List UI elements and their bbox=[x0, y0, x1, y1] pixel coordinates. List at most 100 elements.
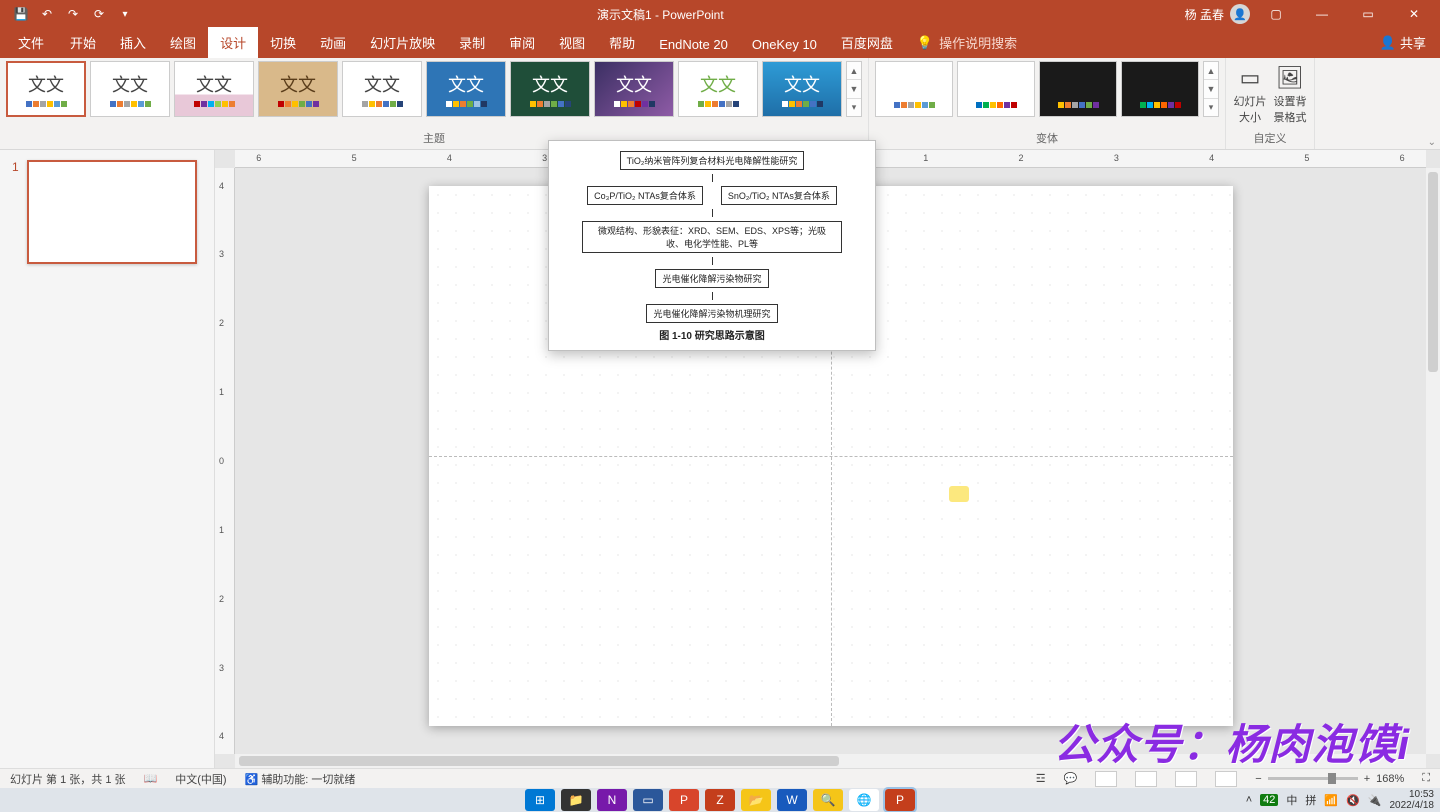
ime-mode[interactable]: 拼 bbox=[1305, 792, 1316, 808]
collapse-ribbon-icon[interactable]: ⌄ bbox=[1428, 137, 1436, 148]
battery-icon[interactable]: 🔌 bbox=[1368, 794, 1382, 807]
theme-thumb-7[interactable]: 文文 bbox=[510, 61, 590, 117]
share-icon: 👤 bbox=[1380, 35, 1396, 51]
slide-thumbnail-1[interactable]: 1 bbox=[12, 160, 202, 264]
tab-file[interactable]: 文件 bbox=[4, 27, 58, 58]
theme-thumb-10[interactable]: 文文 bbox=[762, 61, 842, 117]
slide-thumb-canvas[interactable] bbox=[27, 160, 197, 264]
minimize-icon[interactable]: — bbox=[1302, 0, 1342, 28]
theme-thumb-3[interactable]: 文文 bbox=[174, 61, 254, 117]
sorter-view-button[interactable] bbox=[1135, 771, 1157, 787]
tab-view[interactable]: 视图 bbox=[547, 27, 597, 58]
slide-size-button[interactable]: ▭幻灯片 大小 bbox=[1232, 61, 1268, 125]
tell-me[interactable]: 💡 操作说明搜索 bbox=[905, 27, 1029, 58]
tray-chevron-icon[interactable]: ˄ bbox=[1246, 794, 1252, 806]
tab-slideshow[interactable]: 幻灯片放映 bbox=[358, 27, 447, 58]
scrollbar-thumb[interactable] bbox=[1428, 172, 1438, 372]
taskbar-app[interactable]: 📁 bbox=[561, 789, 591, 811]
share-button[interactable]: 👤 共享 bbox=[1366, 27, 1440, 58]
theme-thumb-2[interactable]: 文文 bbox=[90, 61, 170, 117]
tab-review[interactable]: 审阅 bbox=[497, 27, 547, 58]
accessibility-status[interactable]: ♿ 辅助功能: 一切就绪 bbox=[245, 771, 356, 787]
ruler-tick: 6 bbox=[256, 153, 261, 163]
wps-icon[interactable]: P bbox=[669, 789, 699, 811]
theme-thumb-1[interactable]: 文文 bbox=[6, 61, 86, 117]
zotero-icon[interactable]: Z bbox=[705, 789, 735, 811]
fit-to-window-icon[interactable]: ⛶ bbox=[1422, 772, 1430, 785]
zoom-slider[interactable] bbox=[1268, 777, 1358, 780]
comments-button[interactable]: 💬 bbox=[1064, 772, 1078, 785]
gallery-more-icon[interactable]: ▾ bbox=[847, 99, 861, 116]
themes-gallery-scroll[interactable]: ▲▼▾ bbox=[846, 61, 862, 117]
maximize-icon[interactable]: ▭ bbox=[1348, 0, 1388, 28]
theme-thumb-8[interactable]: 文文 bbox=[594, 61, 674, 117]
language-status[interactable]: 中文(中国) bbox=[175, 771, 226, 787]
tab-home[interactable]: 开始 bbox=[58, 27, 108, 58]
tray-badge[interactable]: 42 bbox=[1260, 794, 1278, 806]
zoom-control[interactable]: − + 168% bbox=[1255, 773, 1404, 785]
zoom-percent[interactable]: 168% bbox=[1376, 773, 1404, 785]
theme-thumb-9[interactable]: 文文 bbox=[678, 61, 758, 117]
undo-icon[interactable]: ↶ bbox=[36, 3, 58, 25]
tab-baidu[interactable]: 百度网盘 bbox=[829, 27, 905, 58]
theme-thumb-5[interactable]: 文文 bbox=[342, 61, 422, 117]
variants-gallery-scroll[interactable]: ▲▼▾ bbox=[1203, 61, 1219, 117]
variant-thumb-4[interactable] bbox=[1121, 61, 1199, 117]
format-background-button[interactable]: 🖼设置背 景格式 bbox=[1272, 61, 1308, 125]
horizontal-scrollbar[interactable] bbox=[235, 754, 1426, 768]
zoom-slider-knob[interactable] bbox=[1328, 773, 1336, 784]
close-icon[interactable]: ✕ bbox=[1394, 0, 1434, 28]
gallery-down-icon[interactable]: ▼ bbox=[847, 80, 861, 98]
ruler-tick: 3 bbox=[542, 153, 547, 163]
cursor-highlight bbox=[949, 486, 969, 502]
theme-thumb-6[interactable]: 文文 bbox=[426, 61, 506, 117]
save-icon[interactable]: 💾 bbox=[10, 3, 32, 25]
vertical-ruler[interactable]: 432101234 bbox=[215, 168, 235, 754]
gallery-up-icon[interactable]: ▲ bbox=[1204, 62, 1218, 80]
tab-endnote[interactable]: EndNote 20 bbox=[647, 31, 740, 58]
reading-view-button[interactable] bbox=[1175, 771, 1197, 787]
slideshow-view-button[interactable] bbox=[1215, 771, 1237, 787]
gallery-down-icon[interactable]: ▼ bbox=[1204, 80, 1218, 98]
tab-transitions[interactable]: 切换 bbox=[258, 27, 308, 58]
slide-thumbnail-panel[interactable]: 1 bbox=[0, 150, 215, 768]
powerpoint-icon[interactable]: P bbox=[885, 789, 915, 811]
theme-thumb-4[interactable]: 文文 bbox=[258, 61, 338, 117]
chrome-icon[interactable]: 🌐 bbox=[849, 789, 879, 811]
qat-more-icon[interactable]: ▾ bbox=[114, 3, 136, 25]
tab-onekey[interactable]: OneKey 10 bbox=[740, 31, 829, 58]
normal-view-button[interactable] bbox=[1095, 771, 1117, 787]
tab-record[interactable]: 录制 bbox=[447, 27, 497, 58]
gallery-more-icon[interactable]: ▾ bbox=[1204, 99, 1218, 116]
start-button[interactable]: ⊞ bbox=[525, 789, 555, 811]
tab-design[interactable]: 设计 bbox=[208, 27, 258, 58]
tab-help[interactable]: 帮助 bbox=[597, 27, 647, 58]
taskbar-app[interactable]: 🔍 bbox=[813, 789, 843, 811]
explorer-icon[interactable]: 📂 bbox=[741, 789, 771, 811]
volume-icon[interactable]: 🔇 bbox=[1346, 794, 1360, 807]
redo-icon[interactable]: ↷ bbox=[62, 3, 84, 25]
account-button[interactable]: 杨 孟春 👤 bbox=[1185, 4, 1250, 24]
clock[interactable]: 10:53 2022/4/18 bbox=[1390, 789, 1435, 811]
taskbar-app[interactable]: ▭ bbox=[633, 789, 663, 811]
vertical-scrollbar[interactable] bbox=[1426, 168, 1440, 754]
notes-button[interactable]: ☲ bbox=[1036, 772, 1046, 785]
tab-animations[interactable]: 动画 bbox=[308, 27, 358, 58]
word-icon[interactable]: W bbox=[777, 789, 807, 811]
variant-thumb-2[interactable] bbox=[957, 61, 1035, 117]
ribbon-display-options-icon[interactable]: ▢ bbox=[1256, 0, 1296, 28]
variant-thumb-3[interactable] bbox=[1039, 61, 1117, 117]
spellcheck-icon[interactable]: 📖 bbox=[144, 772, 158, 785]
wifi-icon[interactable]: 📶 bbox=[1324, 794, 1338, 807]
onenote-icon[interactable]: N bbox=[597, 789, 627, 811]
tab-draw[interactable]: 绘图 bbox=[158, 27, 208, 58]
gallery-up-icon[interactable]: ▲ bbox=[847, 62, 861, 80]
start-from-beginning-icon[interactable]: ⟳ bbox=[88, 3, 110, 25]
scrollbar-thumb[interactable] bbox=[239, 756, 839, 766]
variant-thumb-1[interactable] bbox=[875, 61, 953, 117]
zoom-in-icon[interactable]: + bbox=[1364, 773, 1370, 785]
tab-insert[interactable]: 插入 bbox=[108, 27, 158, 58]
horizontal-guide[interactable] bbox=[429, 456, 1233, 457]
ime-indicator[interactable]: 中 bbox=[1286, 792, 1297, 808]
zoom-out-icon[interactable]: − bbox=[1255, 773, 1261, 785]
